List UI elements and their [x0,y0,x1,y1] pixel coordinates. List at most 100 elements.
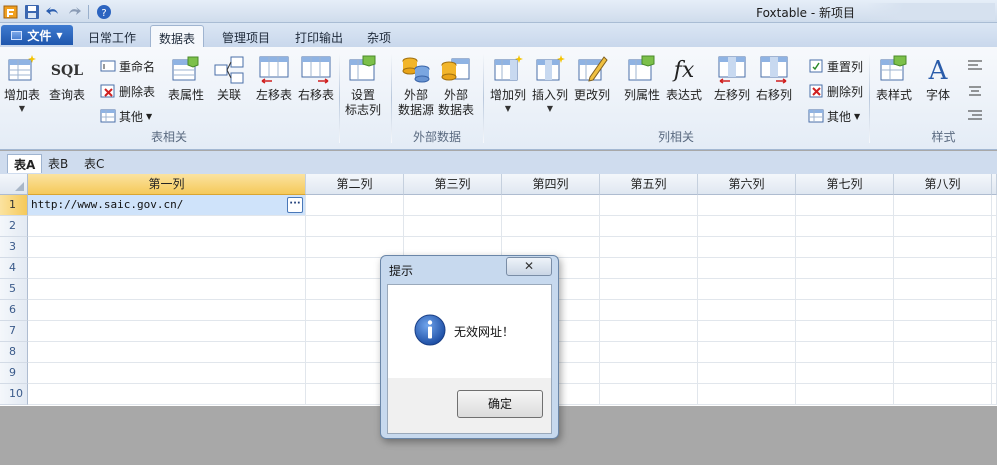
table-cell[interactable] [600,279,698,300]
row-header[interactable]: 1 [0,195,28,216]
move-column-left-button[interactable]: 左移列 [714,53,750,103]
table-properties-button[interactable]: 表属性 [168,53,204,103]
table-cell[interactable] [894,195,992,216]
table-cell[interactable] [502,216,600,237]
table-cell[interactable] [796,342,894,363]
select-all-corner[interactable] [0,174,28,195]
other-column-button[interactable]: 其他 ▼ [808,106,860,126]
table-cell[interactable] [698,342,796,363]
table-cell[interactable] [796,216,894,237]
table-cell[interactable] [698,237,796,258]
table-cell[interactable] [600,342,698,363]
tab-print-output[interactable]: 打印输出 [287,25,351,47]
table-cell[interactable] [600,195,698,216]
insert-column-button[interactable]: 插入列 ▼ [532,53,568,113]
table-cell[interactable] [28,321,306,342]
table-cell[interactable] [404,195,502,216]
table-cell[interactable] [894,258,992,279]
move-table-left-button[interactable]: 左移表 [256,53,292,103]
table-cell[interactable]: http://www.saic.gov.cn/ ··· [28,195,306,216]
change-column-button[interactable]: 更改列 [574,53,610,103]
table-cell[interactable] [28,342,306,363]
column-header[interactable]: 第八列 [894,174,992,195]
other-table-button[interactable]: 其他 ▼ [100,106,152,126]
rename-button[interactable]: 重命名 [100,56,155,76]
font-button[interactable]: A 字体 [922,53,954,103]
row-header[interactable]: 7 [0,321,28,342]
table-cell[interactable] [600,258,698,279]
column-header[interactable]: 第四列 [502,174,600,195]
app-logo-icon[interactable] [2,3,19,20]
add-table-button[interactable]: 增加表 ▼ [4,53,40,113]
table-cell[interactable] [698,216,796,237]
help-icon[interactable]: ? [95,3,112,20]
table-cell[interactable] [28,237,306,258]
table-cell[interactable] [894,237,992,258]
dialog-close-button[interactable]: ✕ [506,257,552,276]
align-center-icon[interactable] [968,85,988,99]
expression-button[interactable]: fx 表达式 [666,53,702,103]
table-cell[interactable] [894,384,992,405]
table-cell[interactable] [28,258,306,279]
column-header[interactable]: 第五列 [600,174,698,195]
table-cell[interactable] [698,279,796,300]
table-cell[interactable] [796,195,894,216]
table-cell[interactable] [306,216,404,237]
column-header[interactable]: 第三列 [404,174,502,195]
table-cell[interactable] [796,363,894,384]
redo-icon[interactable] [65,3,82,20]
table-cell[interactable] [28,384,306,405]
table-cell[interactable] [894,216,992,237]
table-cell[interactable] [894,363,992,384]
table-cell[interactable] [698,321,796,342]
table-cell[interactable] [894,321,992,342]
column-header[interactable]: 第七列 [796,174,894,195]
table-cell[interactable] [894,300,992,321]
table-cell[interactable] [28,300,306,321]
add-column-button[interactable]: 增加列 ▼ [490,53,526,113]
move-table-right-button[interactable]: 右移表 [298,53,334,103]
table-cell[interactable] [28,363,306,384]
table-cell[interactable] [698,258,796,279]
delete-table-button[interactable]: 删除表 [100,81,155,101]
save-icon[interactable] [23,3,40,20]
sheet-tab-b[interactable]: 表B [42,154,74,173]
table-cell[interactable] [600,300,698,321]
align-right-icon[interactable] [968,109,988,123]
delete-column-button[interactable]: 删除列 [808,81,863,101]
column-header[interactable]: 第六列 [698,174,796,195]
table-cell[interactable] [600,216,698,237]
cell-ellipsis-button[interactable]: ··· [287,197,303,213]
row-header[interactable]: 2 [0,216,28,237]
table-cell[interactable] [306,195,404,216]
row-header[interactable]: 10 [0,384,28,405]
tab-manage-project[interactable]: 管理项目 [214,25,278,47]
undo-icon[interactable] [44,3,61,20]
sheet-tab-c[interactable]: 表C [78,154,110,173]
row-header[interactable]: 9 [0,363,28,384]
column-properties-button[interactable]: 列属性 [624,53,660,103]
table-cell[interactable] [502,195,600,216]
column-header[interactable]: 第一列 [28,174,306,195]
table-cell[interactable] [698,300,796,321]
table-cell[interactable] [698,195,796,216]
table-cell[interactable] [404,216,502,237]
table-cell[interactable] [600,321,698,342]
row-header[interactable]: 3 [0,237,28,258]
table-cell[interactable] [796,300,894,321]
table-cell[interactable] [698,384,796,405]
row-header[interactable]: 4 [0,258,28,279]
table-cell[interactable] [28,279,306,300]
move-column-right-button[interactable]: 右移列 [756,53,792,103]
table-cell[interactable] [28,216,306,237]
table-cell[interactable] [600,237,698,258]
row-header[interactable]: 8 [0,342,28,363]
table-cell[interactable] [796,384,894,405]
query-table-button[interactable]: SQL 查询表 [49,53,85,103]
column-header[interactable]: 第二列 [306,174,404,195]
table-cell[interactable] [600,384,698,405]
table-style-button[interactable]: 表样式 [876,53,912,103]
table-cell[interactable] [600,363,698,384]
tab-daily-work[interactable]: 日常工作 [80,25,144,47]
file-menu-button[interactable]: 文件 ▼ [1,25,73,45]
